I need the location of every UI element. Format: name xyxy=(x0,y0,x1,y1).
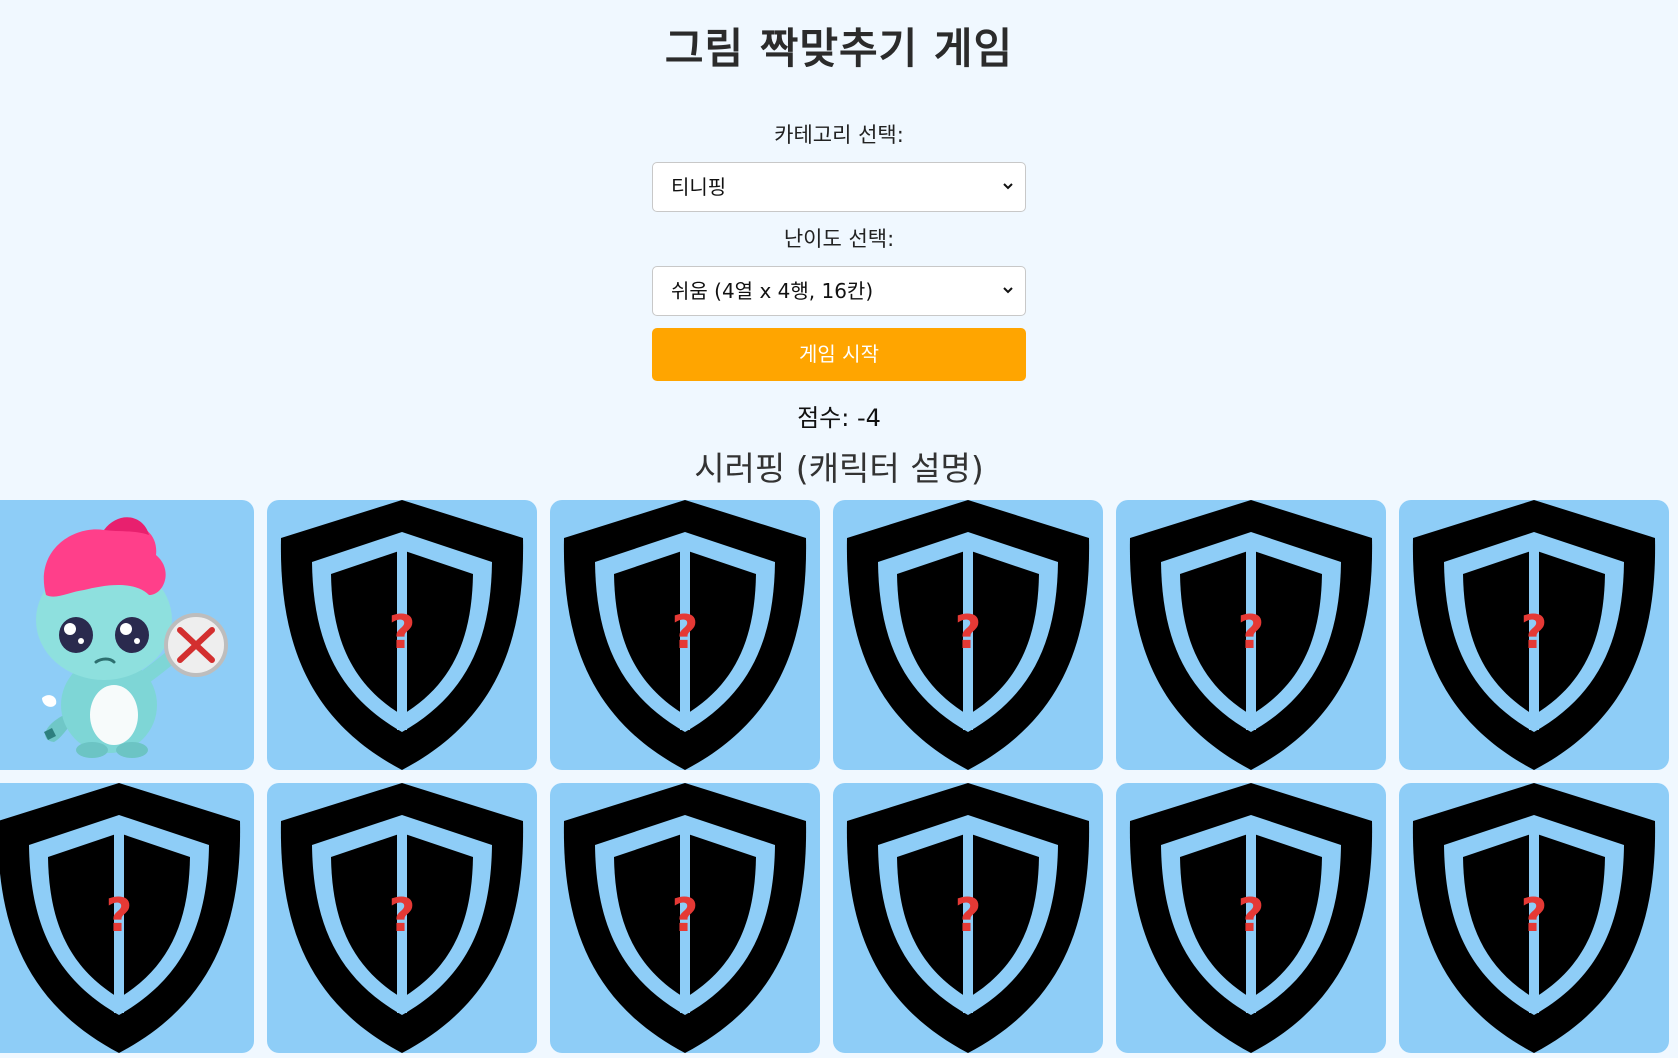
shield-question-icon: ? xyxy=(563,783,807,1053)
shield-question-icon: ? xyxy=(1129,500,1373,770)
shield-question-icon: ? xyxy=(280,783,524,1053)
card-hidden[interactable]: ? xyxy=(1399,783,1669,1053)
shield-question-icon: ? xyxy=(1129,783,1373,1053)
game-header: 그림 짝맞추기 게임 카테고리 선택: 티니핑 난이도 선택: 쉬움 (4열 x… xyxy=(0,0,1678,489)
svg-text:?: ? xyxy=(1238,605,1265,659)
chevron-down-icon xyxy=(1003,183,1013,190)
svg-text:?: ? xyxy=(1521,605,1548,659)
card-hidden[interactable]: ? xyxy=(267,783,537,1053)
category-selected-value: 티니핑 xyxy=(671,175,727,199)
card-hidden[interactable]: ? xyxy=(1399,500,1669,770)
start-game-button[interactable]: 게임 시작 xyxy=(652,328,1026,381)
svg-text:?: ? xyxy=(955,888,982,942)
svg-text:?: ? xyxy=(106,888,133,942)
page-title: 그림 짝맞추기 게임 xyxy=(664,24,1014,73)
shield-question-icon: ? xyxy=(280,500,524,770)
card-hidden[interactable]: ? xyxy=(833,783,1103,1053)
card-revealed[interactable] xyxy=(0,500,254,770)
level-label: 난이도 선택: xyxy=(783,227,895,251)
card-board: ? ? ? ? ? ? ? ? ? ? ? xyxy=(0,500,1678,1053)
card-hidden[interactable]: ? xyxy=(550,783,820,1053)
svg-text:?: ? xyxy=(672,888,699,942)
card-hidden[interactable]: ? xyxy=(267,500,537,770)
character-caption: 시러핑 (캐릭터 설명) xyxy=(694,449,984,488)
category-select[interactable]: 티니핑 xyxy=(652,162,1026,212)
shield-question-icon: ? xyxy=(0,783,241,1053)
card-hidden[interactable]: ? xyxy=(1116,500,1386,770)
shield-question-icon: ? xyxy=(846,500,1090,770)
shield-question-icon: ? xyxy=(1412,500,1656,770)
svg-text:?: ? xyxy=(1238,888,1265,942)
svg-text:?: ? xyxy=(389,888,416,942)
level-selected-value: 쉬움 (4열 x 4행, 16칸) xyxy=(671,279,874,303)
svg-text:?: ? xyxy=(672,605,699,659)
card-hidden[interactable]: ? xyxy=(0,783,254,1053)
card-hidden[interactable]: ? xyxy=(833,500,1103,770)
shield-question-icon: ? xyxy=(1412,783,1656,1053)
shield-question-icon: ? xyxy=(846,783,1090,1053)
svg-text:?: ? xyxy=(955,605,982,659)
level-select[interactable]: 쉬움 (4열 x 4행, 16칸) xyxy=(652,266,1026,316)
character-image xyxy=(36,517,228,758)
svg-text:?: ? xyxy=(389,605,416,659)
chevron-down-icon xyxy=(1003,287,1013,294)
card-hidden[interactable]: ? xyxy=(1116,783,1386,1053)
shield-question-icon: ? xyxy=(563,500,807,770)
card-hidden[interactable]: ? xyxy=(550,500,820,770)
score-display: 점수: -4 xyxy=(797,404,881,432)
category-label: 카테고리 선택: xyxy=(774,123,904,147)
svg-text:?: ? xyxy=(1521,888,1548,942)
